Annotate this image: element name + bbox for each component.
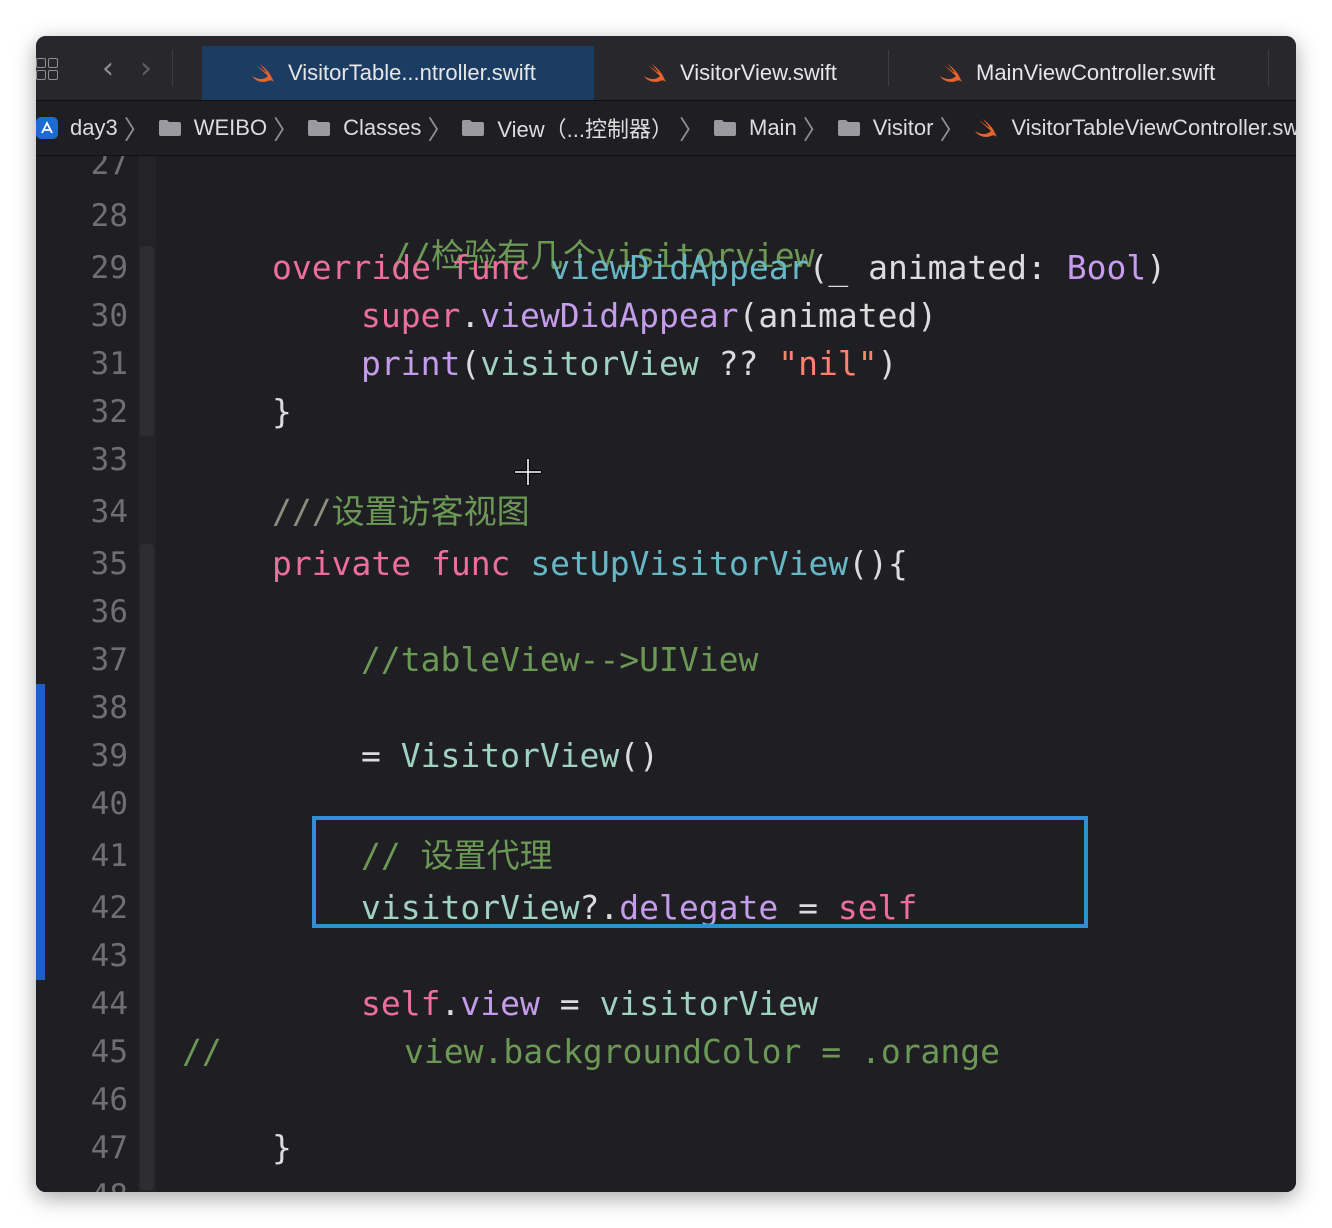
chevron-right-icon: 〉 [273, 115, 300, 146]
code-line-35: private func setUpVisitorView(){ [272, 544, 908, 583]
swift-file-icon [252, 64, 274, 82]
code-line-30: super.viewDidAppear(animated) [361, 296, 938, 335]
line-number: 39 [90, 738, 128, 774]
line-number: 34 [90, 494, 128, 530]
breadcrumb-item-file[interactable]: VisitorTableViewController.swift [973, 115, 1296, 141]
chevron-right-icon: 〉 [802, 115, 829, 146]
code-line-32: } [272, 392, 292, 431]
folder-icon [837, 120, 860, 136]
swift-file-icon [975, 119, 998, 137]
breadcrumb-item-weibo[interactable]: WEIBO [158, 115, 267, 141]
tab-label: VisitorTable...ntroller.swift [288, 60, 536, 85]
chevron-right-icon: 〉 [123, 115, 150, 146]
code-fold-ribbon[interactable] [140, 246, 154, 436]
tab-visitor-table-controller[interactable]: VisitorTable...ntroller.swift [202, 46, 594, 100]
breadcrumb-item-view[interactable]: View（...控制器） [461, 112, 673, 144]
line-number: 44 [90, 986, 128, 1022]
tab-bar: ‹ › VisitorTable...ntroller.swift Visito… [36, 36, 1296, 101]
line-number: 38 [90, 690, 128, 726]
line-number: 33 [90, 442, 128, 478]
code-line-44: self.view = visitorView [361, 984, 818, 1023]
line-number: 43 [90, 938, 128, 974]
line-number: 40 [90, 786, 128, 822]
line-number: 48 [48, 1176, 128, 1192]
line-number: 37 [90, 642, 128, 678]
folder-icon [462, 120, 485, 136]
folder-icon [158, 120, 181, 136]
xcode-editor-window: ‹ › VisitorTable...ntroller.swift Visito… [36, 36, 1296, 1192]
chevron-right-icon: 〉 [939, 115, 966, 146]
chevron-right-icon: 〉 [678, 115, 705, 146]
code-line-45: view.backgroundColor = .orange [404, 1032, 1001, 1071]
breadcrumb-item-visitor[interactable]: Visitor [837, 115, 933, 141]
breadcrumb-item-classes[interactable]: Classes [307, 115, 421, 141]
line-number: 36 [90, 594, 128, 630]
line-number: 41 [90, 838, 128, 874]
code-line-29: override func viewDidAppear(_ animated: … [272, 248, 1167, 287]
folder-icon [714, 120, 736, 136]
line-number: 42 [90, 890, 128, 926]
line-number: 31 [90, 346, 128, 382]
tab-label: MainViewController.swift [976, 60, 1216, 85]
code-line-31: print(visitorView ?? "nil") [361, 344, 898, 383]
code-line-34: ///设置访客视图 [272, 492, 530, 531]
crosshair-cursor-icon [514, 458, 542, 486]
annotation-highlight-box [312, 816, 1088, 928]
line-number: 29 [90, 250, 128, 286]
code-fold-ribbon[interactable] [140, 544, 154, 1190]
line-number: 32 [90, 394, 128, 430]
swift-file-icon [644, 64, 666, 82]
line-number: 35 [90, 546, 128, 582]
source-change-bar[interactable] [36, 684, 45, 980]
line-number: 47 [90, 1130, 128, 1166]
code-editor[interactable]: 27 28 29 30 31 32 33 34 35 36 37 38 39 4… [36, 156, 1296, 1192]
code-line-47: } [272, 1128, 292, 1167]
line-number: 30 [90, 298, 128, 334]
line-number: 46 [90, 1082, 128, 1118]
code-line-28: //检验有几个visitorview [391, 236, 815, 275]
folder-icon [308, 120, 331, 136]
swift-file-icon [940, 64, 962, 82]
line-number: 27 [90, 156, 128, 182]
code-line-45-slashes: // [182, 1032, 222, 1071]
back-arrow-icon[interactable]: ‹ [94, 54, 122, 84]
tab-label: VisitorView.swift [680, 60, 837, 85]
breadcrumb-item-main[interactable]: Main [713, 115, 797, 141]
app-project-icon [36, 117, 58, 139]
tab-visitor-view[interactable]: VisitorView.swift [642, 46, 837, 100]
code-line-37: //tableView-->UIView [361, 640, 759, 679]
forward-arrow-icon[interactable]: › [132, 54, 160, 84]
line-number: 28 [90, 198, 128, 234]
code-line-39: = VisitorView() [361, 736, 660, 775]
grid-icon[interactable] [36, 58, 62, 84]
breadcrumb: day3 〉 WEIBO 〉 Classes 〉 View（...控制器） 〉 … [36, 101, 1296, 156]
tab-main-view-controller[interactable]: MainViewController.swift [938, 46, 1215, 100]
line-number: 45 [90, 1034, 128, 1070]
breadcrumb-item-day3[interactable]: day3 [70, 115, 118, 141]
chevron-right-icon: 〉 [427, 115, 454, 146]
